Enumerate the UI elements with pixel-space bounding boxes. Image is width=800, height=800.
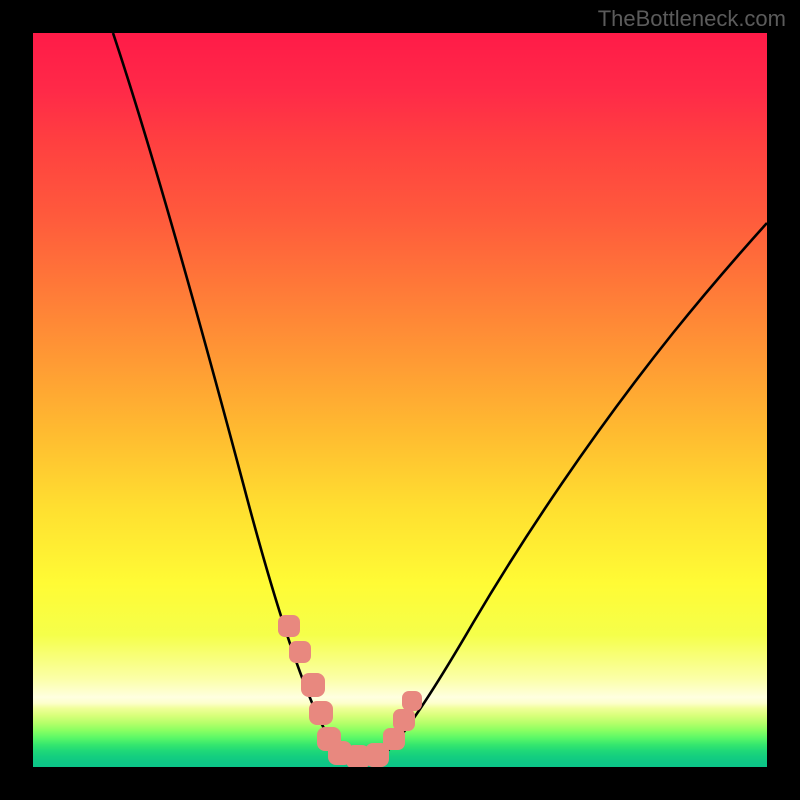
- marker-group: [278, 615, 422, 767]
- watermark-text: TheBottleneck.com: [598, 6, 786, 32]
- plot-area: [33, 33, 767, 767]
- curve-layer: [33, 33, 767, 767]
- bottleneck-curve: [113, 33, 767, 762]
- chart-frame: TheBottleneck.com: [0, 0, 800, 800]
